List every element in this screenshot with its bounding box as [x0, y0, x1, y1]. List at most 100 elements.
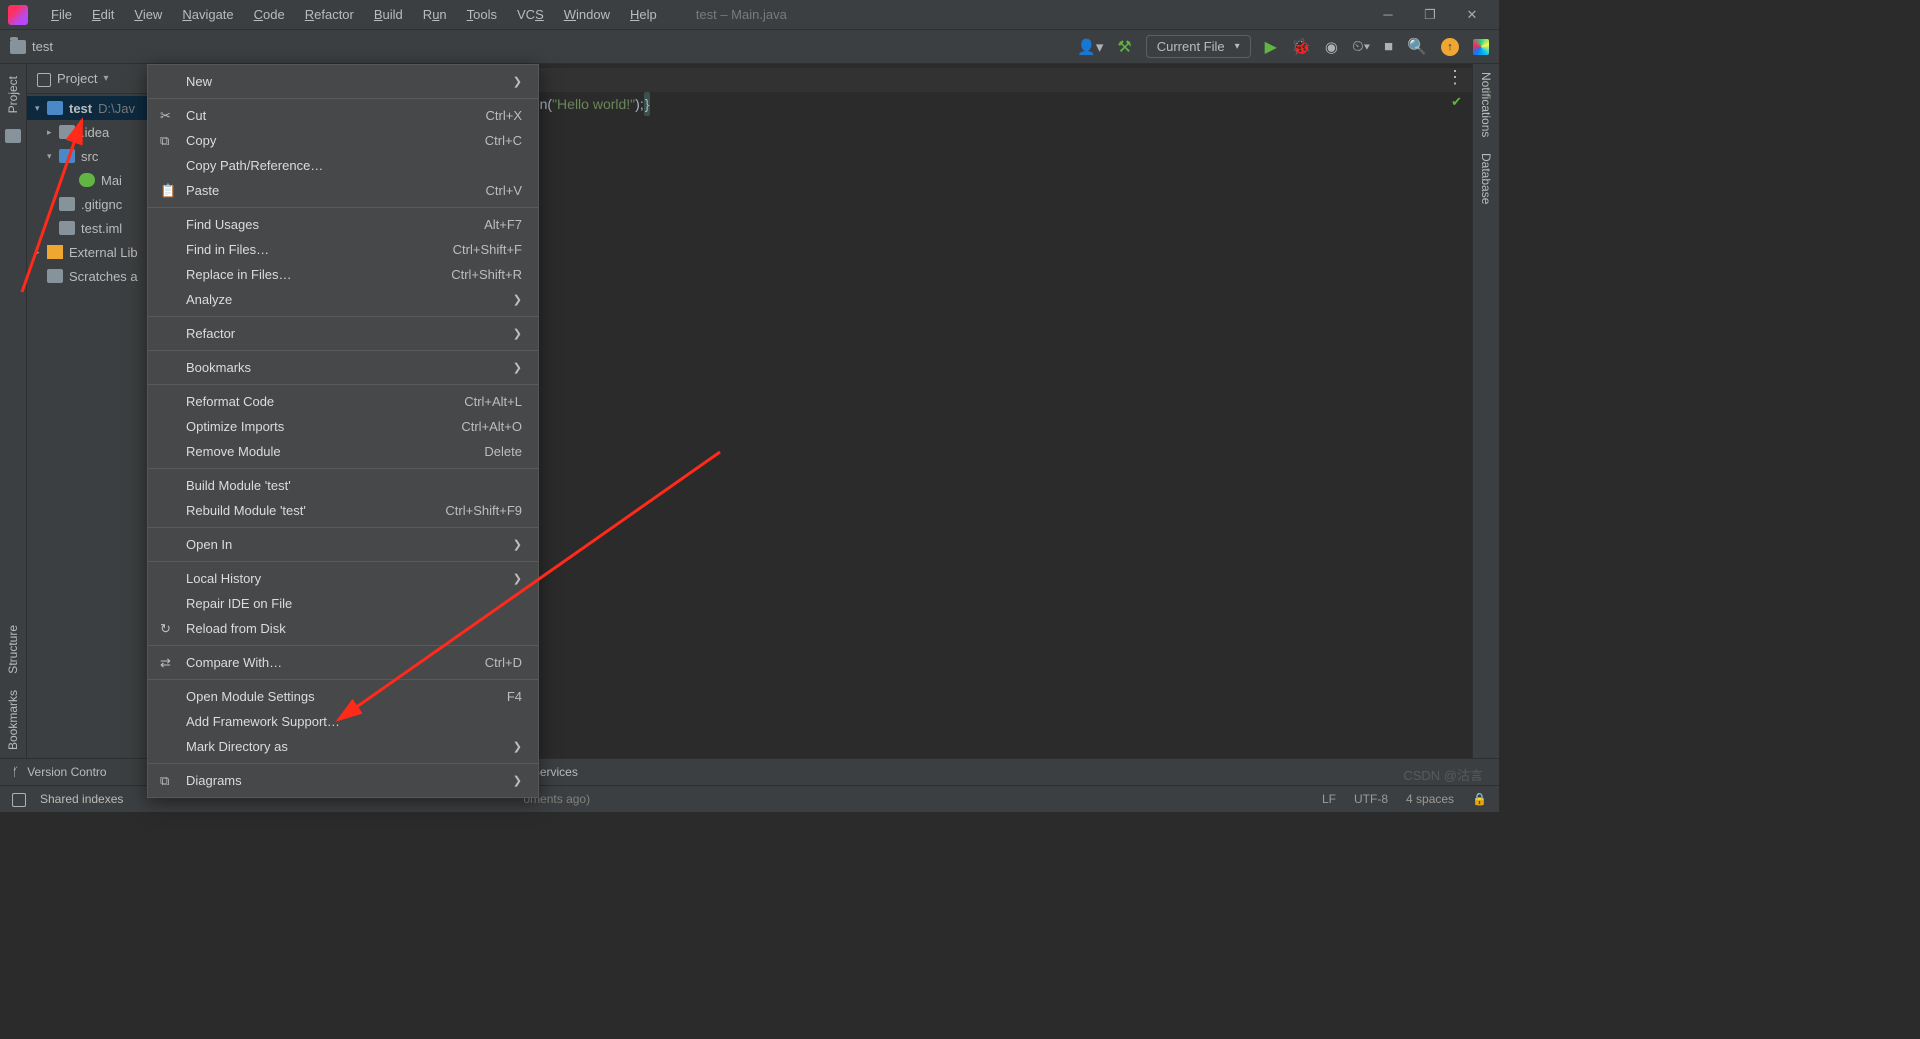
chevron-right-icon: ❯ — [513, 361, 522, 374]
ctx-copy-path-reference[interactable]: Copy Path/Reference… — [148, 153, 538, 178]
user-icon[interactable]: 👤▾ — [1077, 38, 1103, 56]
updates-icon[interactable]: ↑ — [1441, 38, 1459, 56]
chevron-right-icon: ❯ — [513, 740, 522, 753]
scratches-icon — [47, 269, 63, 283]
ctx-reformat-code[interactable]: Reformat CodeCtrl+Alt+L — [148, 389, 538, 414]
ctx-remove-module[interactable]: Remove ModuleDelete — [148, 439, 538, 464]
minimize-button[interactable]: ─ — [1381, 7, 1395, 23]
status-lf[interactable]: LF — [1322, 792, 1336, 806]
ctx-shortcut: Ctrl+V — [486, 183, 522, 198]
menu-window[interactable]: Window — [555, 3, 619, 26]
folder-icon — [59, 125, 75, 139]
inspection-ok-icon[interactable]: ✔ — [1451, 94, 1462, 110]
debug-icon[interactable]: 🐞 — [1291, 37, 1311, 57]
coverage-icon[interactable]: ◉ — [1325, 38, 1338, 56]
menu-refactor[interactable]: Refactor — [296, 3, 363, 26]
ctx-shortcut: Ctrl+Alt+L — [464, 394, 522, 409]
ctx-label: Open Module Settings — [186, 689, 315, 704]
status-shared: Shared indexes — [40, 792, 123, 806]
ctx-new[interactable]: New❯ — [148, 69, 538, 94]
run-icon[interactable]: ▶ — [1265, 37, 1277, 57]
tree-src-label: src — [81, 149, 98, 164]
ctx-find-in-files[interactable]: Find in Files…Ctrl+Shift+F — [148, 237, 538, 262]
ctx-label: Refactor — [186, 326, 235, 341]
ctx-shortcut: F4 — [507, 689, 522, 704]
status-indent[interactable]: 4 spaces — [1406, 792, 1454, 806]
chevron-down-icon: ▾ — [1235, 41, 1240, 52]
ctx-compare-with[interactable]: ⇄Compare With…Ctrl+D — [148, 650, 538, 675]
menu-edit[interactable]: Edit — [83, 3, 123, 26]
profiler-icon[interactable]: ⏲▾ — [1352, 38, 1370, 55]
ctx-label: Reload from Disk — [186, 621, 286, 636]
ctx-replace-in-files[interactable]: Replace in Files…Ctrl+Shift+R — [148, 262, 538, 287]
close-button[interactable]: ✕ — [1465, 7, 1479, 23]
tree-main-label: Mai — [101, 173, 122, 188]
ctx-paste[interactable]: 📋PasteCtrl+V — [148, 178, 538, 203]
build-icon[interactable]: ⚒ — [1117, 37, 1131, 57]
ctx-label: Cut — [186, 108, 206, 123]
editor-more-icon[interactable]: ⋮ — [1446, 67, 1466, 88]
ctx-analyze[interactable]: Analyze❯ — [148, 287, 538, 312]
ctx-label: Copy Path/Reference… — [186, 158, 323, 173]
ctx-label: Local History — [186, 571, 261, 586]
tab-structure[interactable]: Structure — [2, 617, 24, 682]
ctx-cut[interactable]: ✂CutCtrl+X — [148, 103, 538, 128]
chevron-down-icon[interactable]: ▾ — [103, 73, 108, 84]
breadcrumb[interactable]: test — [32, 39, 53, 54]
git-branch-icon[interactable]: ᚶ — [12, 765, 19, 779]
ctx-bookmarks[interactable]: Bookmarks❯ — [148, 355, 538, 380]
menu-help[interactable]: Help — [621, 3, 666, 26]
commit-tool-icon[interactable] — [5, 129, 21, 143]
menu-vcs[interactable]: VCS — [508, 3, 553, 26]
ctx-diagrams[interactable]: ⧉Diagrams❯ — [148, 768, 538, 793]
run-config-selector[interactable]: Current File ▾ — [1146, 35, 1251, 58]
ctx-mark-directory-as[interactable]: Mark Directory as❯ — [148, 734, 538, 759]
ctx-local-history[interactable]: Local History❯ — [148, 566, 538, 591]
menu-run[interactable]: Run — [414, 3, 456, 26]
breadcrumb-folder-icon — [10, 40, 26, 54]
ctx-reload-from-disk[interactable]: ↻Reload from Disk — [148, 616, 538, 641]
menu-tools[interactable]: Tools — [458, 3, 506, 26]
maximize-button[interactable]: ❐ — [1423, 7, 1437, 23]
status-encoding[interactable]: UTF-8 — [1354, 792, 1388, 806]
chevron-right-icon: ❯ — [513, 538, 522, 551]
tool-window-icon[interactable] — [12, 793, 26, 807]
chevron-right-icon: ❯ — [513, 774, 522, 787]
tab-database[interactable]: Database — [1475, 145, 1497, 212]
tree-root-path: D:\Jav — [98, 101, 135, 116]
ctx-open-module-settings[interactable]: Open Module Settings F4 — [148, 684, 538, 709]
menu-build[interactable]: Build — [365, 3, 412, 26]
ctx-label: Rebuild Module 'test' — [186, 503, 306, 518]
vcs-tool-label[interactable]: Version Contro — [27, 765, 106, 779]
stop-icon[interactable]: ■ — [1384, 38, 1393, 55]
code-token: "Hello world!" — [552, 92, 635, 116]
ctx-copy[interactable]: ⧉CopyCtrl+C — [148, 128, 538, 153]
ctx-label: Add Framework Support… — [186, 714, 340, 729]
ctx-find-usages[interactable]: Find UsagesAlt+F7 — [148, 212, 538, 237]
ctx-open-in[interactable]: Open In❯ — [148, 532, 538, 557]
ctx-rebuild-module-test[interactable]: Rebuild Module 'test'Ctrl+Shift+F9 — [148, 498, 538, 523]
ctx-add-framework-support[interactable]: Add Framework Support… — [148, 709, 538, 734]
ctx-repair-ide-on-file[interactable]: Repair IDE on File — [148, 591, 538, 616]
tab-bookmarks[interactable]: Bookmarks — [2, 682, 24, 758]
ctx-build-module-test[interactable]: Build Module 'test' — [148, 473, 538, 498]
window-title: test – Main.java — [696, 7, 787, 22]
src-folder-icon — [59, 149, 75, 163]
menu-file[interactable]: File — [42, 3, 81, 26]
context-menu: New❯ ✂CutCtrl+X⧉CopyCtrl+C Copy Path/Refer… — [147, 64, 539, 798]
ctx-refactor[interactable]: Refactor❯ — [148, 321, 538, 346]
jetbrains-icon[interactable] — [1473, 39, 1489, 55]
tab-notifications[interactable]: Notifications — [1475, 64, 1497, 145]
ctx-optimize-imports[interactable]: Optimize ImportsCtrl+Alt+O — [148, 414, 538, 439]
menu-navigate[interactable]: Navigate — [173, 3, 242, 26]
search-icon[interactable]: 🔍 — [1407, 37, 1427, 57]
ctx-label: Replace in Files… — [186, 267, 292, 282]
ctx-label: Remove Module — [186, 444, 281, 459]
ctx-icon: 📋 — [160, 183, 176, 199]
ctx-shortcut: Ctrl+Alt+O — [461, 419, 522, 434]
menu-code[interactable]: Code — [245, 3, 294, 26]
menu-view[interactable]: View — [125, 3, 171, 26]
status-lock-icon[interactable]: 🔒 — [1472, 792, 1487, 806]
tab-project[interactable]: Project — [2, 68, 24, 121]
project-panel-title[interactable]: Project — [57, 71, 97, 86]
